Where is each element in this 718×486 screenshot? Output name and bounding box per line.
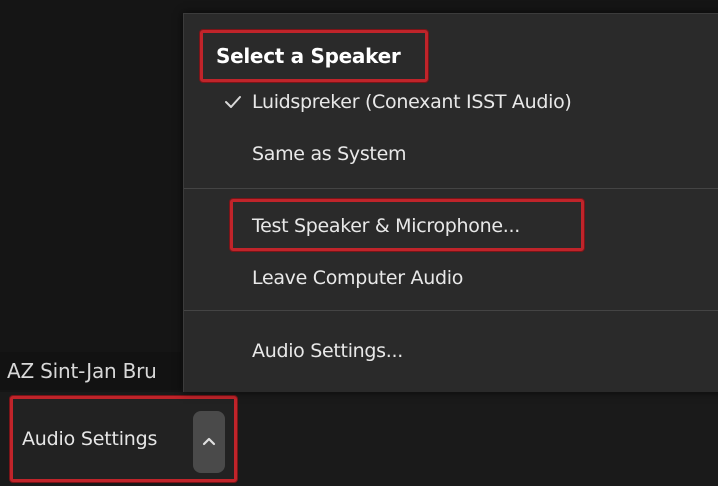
participant-name-label: AZ Sint-Jan Bru: [0, 352, 181, 390]
speaker-option-label: Luidspreker (Conexant ISST Audio): [252, 91, 572, 113]
checkmark-icon: [225, 96, 241, 108]
test-speaker-microphone-item[interactable]: Test Speaker & Microphone...: [184, 206, 718, 246]
menu-divider: [184, 310, 718, 311]
test-speaker-microphone-label: Test Speaker & Microphone...: [252, 215, 520, 237]
speaker-option-label: Same as System: [252, 143, 407, 165]
speaker-option-luidspreker[interactable]: Luidspreker (Conexant ISST Audio): [184, 82, 718, 122]
select-speaker-header-label: Select a Speaker: [216, 44, 401, 68]
menu-divider: [184, 188, 718, 189]
audio-settings-button-label: Audio Settings: [22, 428, 158, 450]
audio-options-chevron-button[interactable]: [193, 411, 225, 473]
audio-settings-button[interactable]: Audio Settings: [10, 396, 237, 482]
leave-computer-audio-label: Leave Computer Audio: [252, 267, 464, 289]
audio-options-menu: Select a Speaker Luidspreker (Conexant I…: [183, 13, 718, 392]
audio-settings-menu-label: Audio Settings...: [252, 340, 403, 362]
zoom-meeting-window: AZ Sint-Jan Bru Audio Settings Select a …: [0, 0, 718, 486]
speaker-option-same-as-system[interactable]: Same as System: [184, 134, 718, 174]
audio-settings-menu-item[interactable]: Audio Settings...: [184, 331, 718, 371]
leave-computer-audio-item[interactable]: Leave Computer Audio: [184, 258, 718, 298]
chevron-up-icon: [202, 437, 216, 446]
select-speaker-header: Select a Speaker: [200, 30, 428, 82]
